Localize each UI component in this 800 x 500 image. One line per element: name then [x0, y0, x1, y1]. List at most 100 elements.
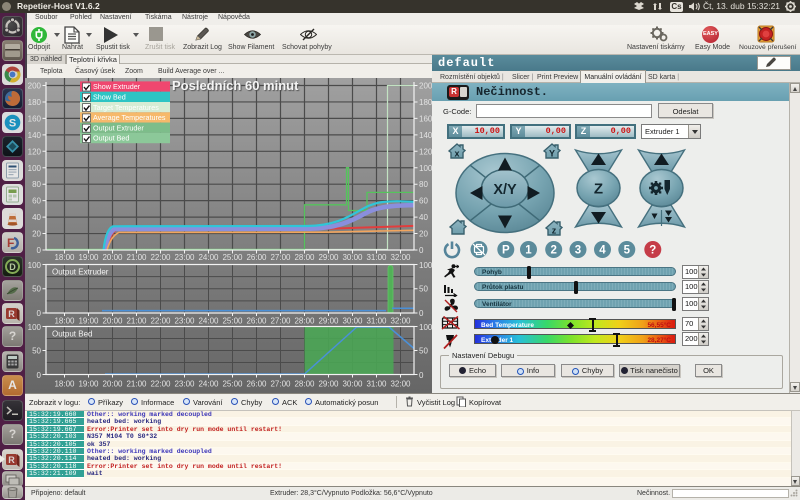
svg-text:100: 100 — [419, 323, 432, 332]
svg-text:29:00: 29:00 — [318, 253, 339, 262]
svg-text:100: 100 — [28, 164, 42, 173]
svg-text:20: 20 — [419, 230, 428, 239]
svg-text:80: 80 — [32, 180, 41, 189]
svg-text:Posledních 60 minut: Posledních 60 minut — [172, 78, 299, 93]
svg-text:24:00: 24:00 — [198, 317, 219, 326]
svg-text:19:00: 19:00 — [78, 253, 99, 262]
svg-text:20:00: 20:00 — [102, 253, 123, 262]
svg-text:Output Extruder: Output Extruder — [93, 123, 144, 132]
svg-text:31:00: 31:00 — [366, 317, 387, 326]
svg-text:4: 4 — [599, 245, 606, 257]
svg-text:23:00: 23:00 — [174, 253, 195, 262]
svg-text:30:00: 30:00 — [342, 380, 363, 389]
svg-text:5: 5 — [624, 245, 631, 257]
svg-text:32:00: 32:00 — [390, 380, 411, 389]
svg-text:P: P — [502, 245, 510, 257]
svg-text:50: 50 — [32, 285, 41, 294]
svg-text:0: 0 — [37, 309, 42, 318]
svg-text:140: 140 — [28, 131, 42, 140]
svg-text:28:00: 28:00 — [294, 317, 315, 326]
svg-text:100: 100 — [28, 323, 42, 332]
svg-text:22:00: 22:00 — [150, 380, 171, 389]
svg-text:120: 120 — [28, 147, 42, 156]
svg-text:31:00: 31:00 — [366, 253, 387, 262]
svg-text:31:00: 31:00 — [366, 380, 387, 389]
svg-text:27:00: 27:00 — [270, 380, 291, 389]
svg-text:100: 100 — [419, 164, 432, 173]
svg-text:27:00: 27:00 — [270, 317, 291, 326]
svg-text:20:00: 20:00 — [102, 317, 123, 326]
svg-text:160: 160 — [28, 114, 42, 123]
svg-text:21:00: 21:00 — [126, 253, 147, 262]
svg-text:D: D — [9, 262, 16, 272]
svg-text:18:00: 18:00 — [54, 380, 75, 389]
svg-text:Output Bed: Output Bed — [52, 330, 92, 339]
svg-text:21:00: 21:00 — [126, 380, 147, 389]
svg-text:25:00: 25:00 — [222, 317, 243, 326]
svg-text:25:00: 25:00 — [222, 253, 243, 262]
svg-text:21:00: 21:00 — [126, 317, 147, 326]
svg-text:27:00: 27:00 — [270, 253, 291, 262]
svg-text:23:00: 23:00 — [174, 380, 195, 389]
svg-text:100: 100 — [419, 261, 432, 270]
svg-text:26:00: 26:00 — [246, 253, 267, 262]
svg-text:200: 200 — [28, 82, 42, 91]
svg-text:28:00: 28:00 — [294, 380, 315, 389]
svg-text:32:00: 32:00 — [390, 317, 411, 326]
svg-text:?: ? — [649, 245, 656, 257]
svg-text:S: S — [9, 117, 16, 129]
svg-text:32:00: 32:00 — [390, 253, 411, 262]
svg-text:28:00: 28:00 — [294, 253, 315, 262]
svg-text:Output Extruder: Output Extruder — [52, 268, 109, 277]
svg-text:120: 120 — [419, 147, 432, 156]
svg-text:29:00: 29:00 — [318, 380, 339, 389]
svg-text:24:00: 24:00 — [198, 380, 219, 389]
svg-text:30:00: 30:00 — [342, 253, 363, 262]
svg-text:19:00: 19:00 — [78, 317, 99, 326]
svg-text:26:00: 26:00 — [246, 317, 267, 326]
svg-text:200: 200 — [419, 82, 432, 91]
svg-text:3: 3 — [575, 245, 581, 257]
svg-text:50: 50 — [419, 347, 428, 356]
svg-text:0: 0 — [37, 246, 42, 255]
svg-text:22:00: 22:00 — [150, 317, 171, 326]
svg-text:0: 0 — [37, 371, 42, 380]
svg-text:X/Y: X/Y — [493, 182, 517, 198]
svg-text:18:00: 18:00 — [54, 253, 75, 262]
svg-text:29:00: 29:00 — [318, 317, 339, 326]
svg-text:0: 0 — [419, 371, 424, 380]
svg-text:0: 0 — [419, 246, 424, 255]
svg-text:140: 140 — [419, 131, 432, 140]
svg-text:z: z — [552, 226, 557, 236]
svg-text:180: 180 — [28, 98, 42, 107]
svg-text:100: 100 — [28, 261, 42, 270]
svg-text:R: R — [8, 455, 15, 465]
svg-text:Average Temperatures: Average Temperatures — [93, 113, 166, 122]
svg-text:160: 160 — [419, 114, 432, 123]
svg-text:Show Extruder: Show Extruder — [93, 82, 141, 91]
svg-text:30:00: 30:00 — [342, 317, 363, 326]
svg-text:x: x — [454, 149, 459, 159]
svg-text:50: 50 — [419, 285, 428, 294]
svg-text:26:00: 26:00 — [246, 380, 267, 389]
svg-text:40: 40 — [419, 213, 428, 222]
svg-text:Z: Z — [594, 181, 603, 198]
svg-text:60: 60 — [32, 197, 41, 206]
svg-text:25:00: 25:00 — [222, 380, 243, 389]
svg-text:19:00: 19:00 — [78, 380, 99, 389]
svg-text:1: 1 — [525, 245, 532, 257]
svg-text:24:00: 24:00 — [198, 253, 219, 262]
svg-text:0: 0 — [419, 309, 424, 318]
svg-text:20: 20 — [32, 230, 41, 239]
svg-text:23:00: 23:00 — [174, 317, 195, 326]
svg-text:60: 60 — [419, 197, 428, 206]
svg-text:Y: Y — [549, 149, 555, 159]
svg-text:180: 180 — [419, 98, 432, 107]
svg-text:18:00: 18:00 — [54, 317, 75, 326]
svg-text:22:00: 22:00 — [150, 253, 171, 262]
svg-text:R: R — [8, 309, 15, 319]
svg-text:2: 2 — [550, 245, 556, 257]
svg-text:50: 50 — [32, 347, 41, 356]
svg-text:80: 80 — [419, 180, 428, 189]
svg-text:Show Bed: Show Bed — [93, 93, 126, 102]
